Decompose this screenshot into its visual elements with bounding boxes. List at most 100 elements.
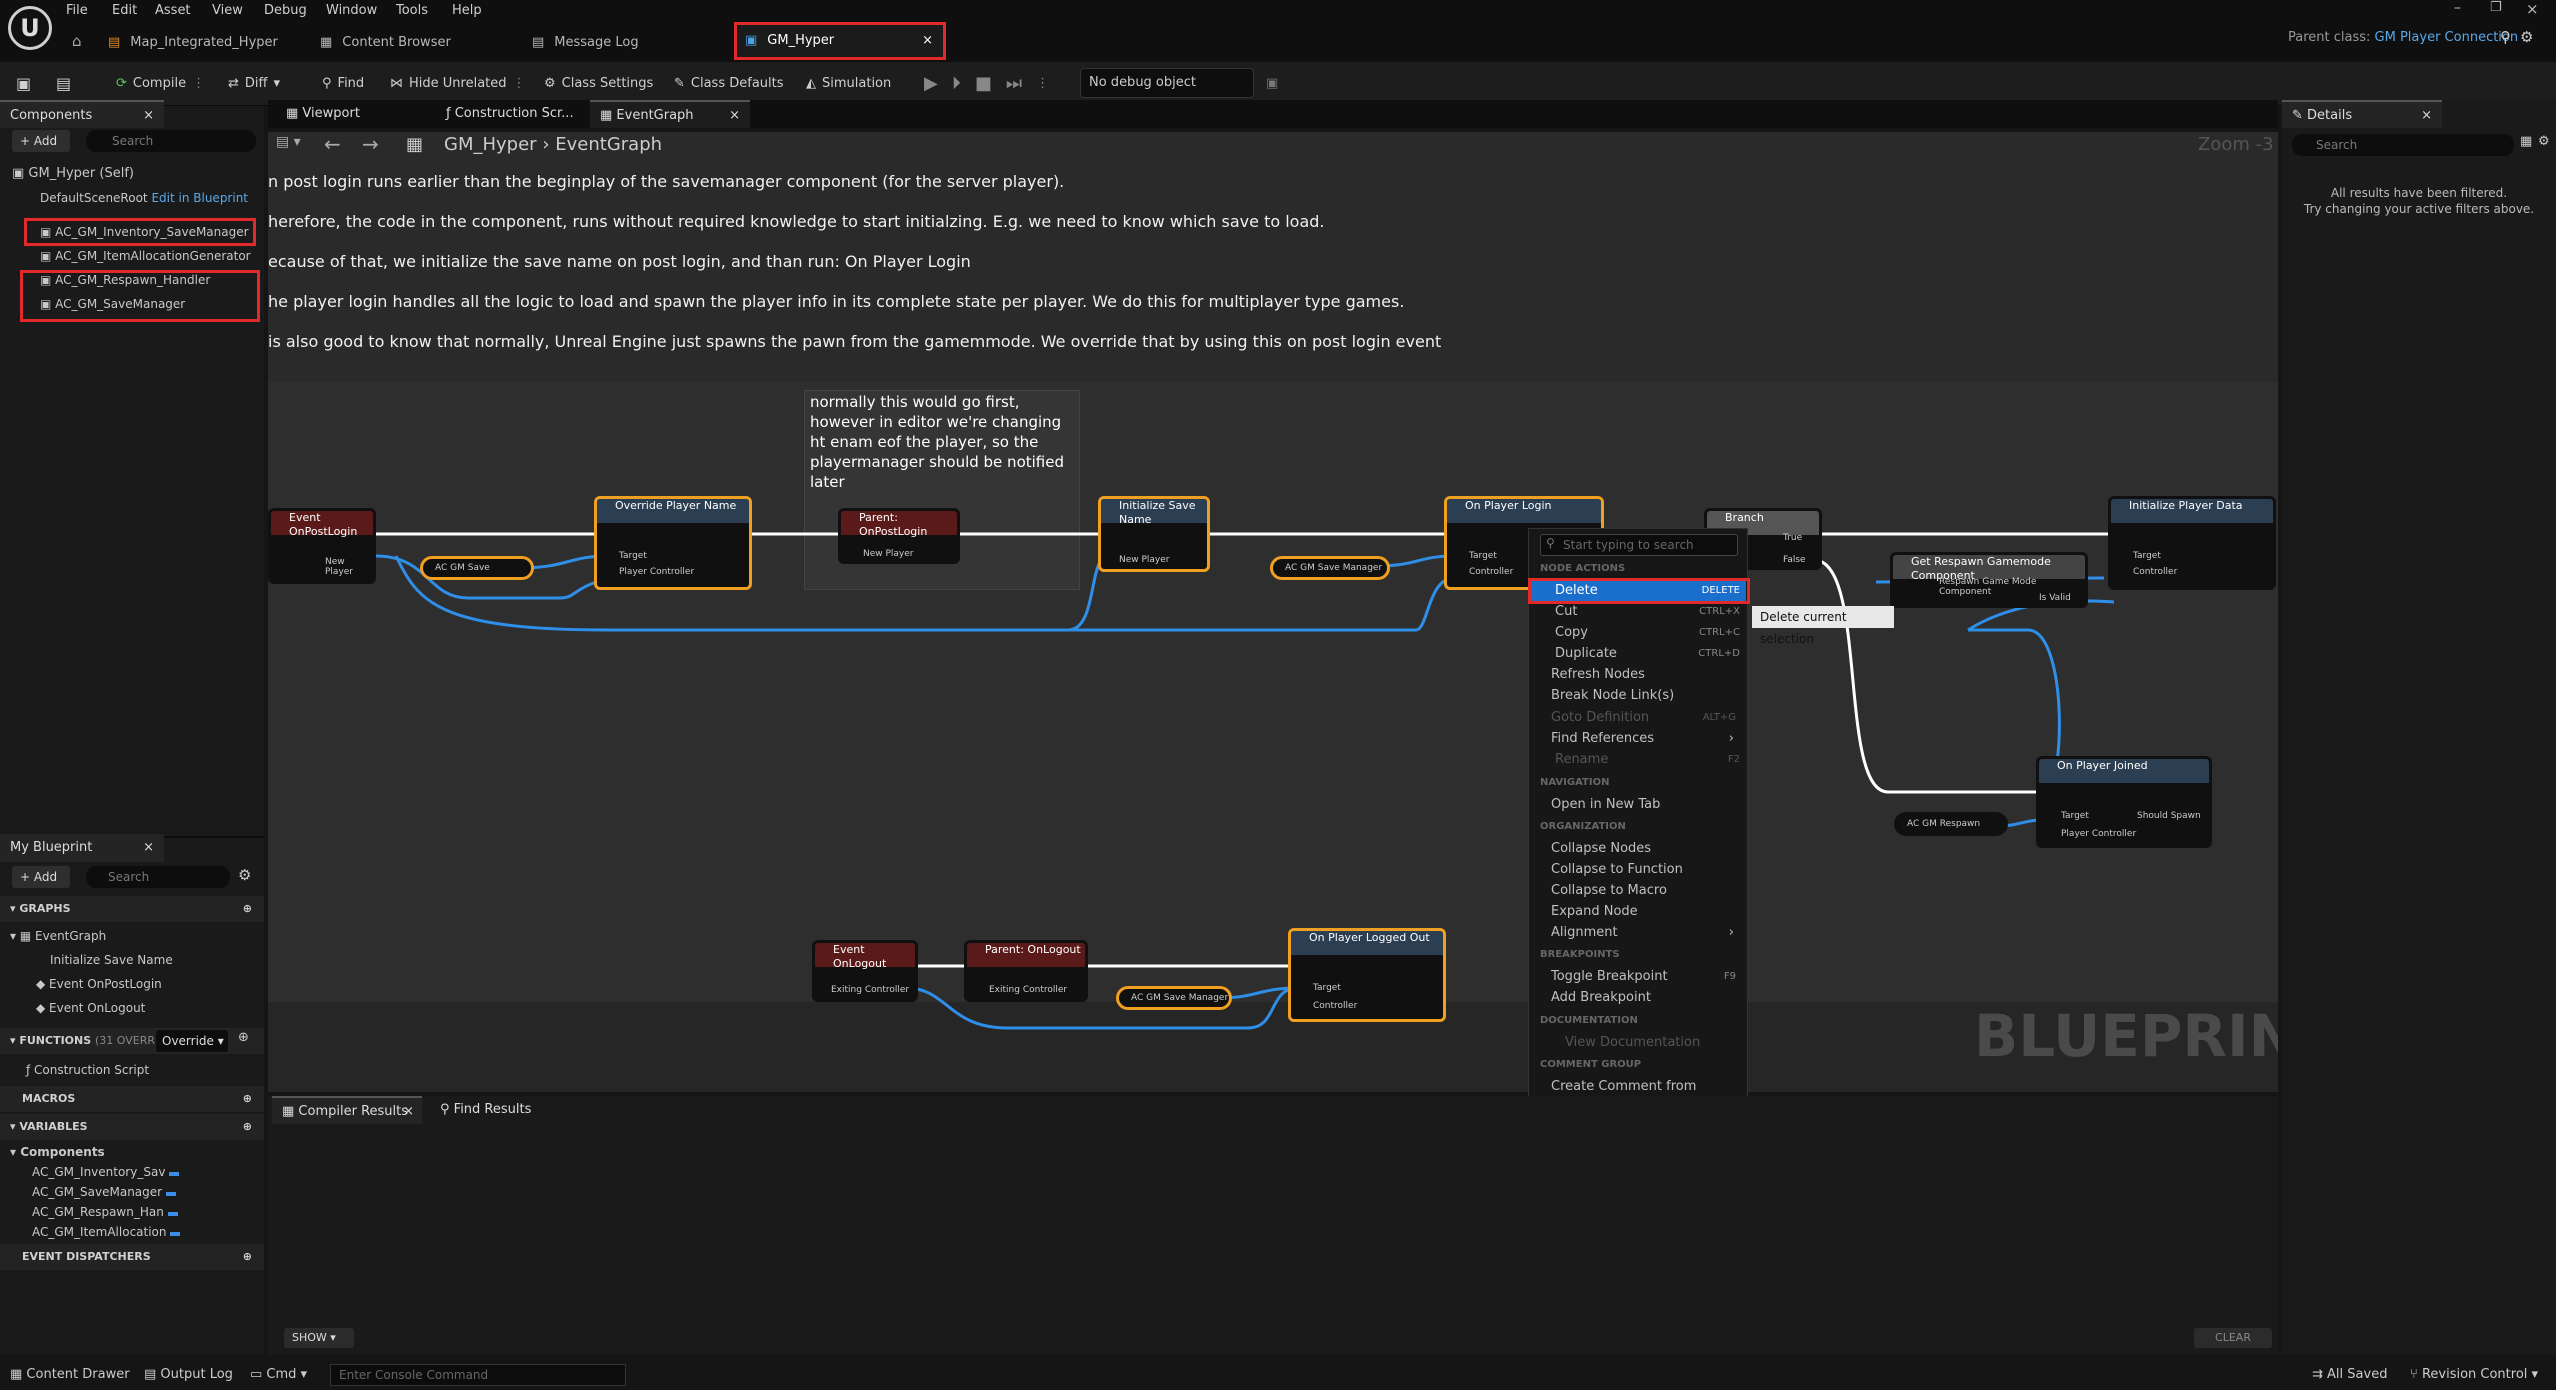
menu-find-references[interactable]: Find References ›	[1526, 728, 1742, 749]
tab-compiler-results[interactable]: ▦ Compiler Results ×	[272, 1096, 422, 1124]
revision-control-button[interactable]: ⑂ Revision Control ▾	[2410, 1367, 2538, 1382]
menu-window[interactable]: Window	[326, 0, 377, 22]
menu-asset[interactable]: Asset	[155, 0, 191, 22]
menu-view[interactable]: View	[212, 0, 243, 22]
close-window-icon[interactable]: ×	[2526, 0, 2539, 18]
minimize-icon[interactable]: –	[2454, 0, 2461, 16]
tab-find-results[interactable]: ⚲ Find Results	[430, 1096, 580, 1124]
menu-debug[interactable]: Debug	[264, 0, 307, 22]
tab-construction[interactable]: ƒ Construction Scr...	[436, 100, 586, 128]
section-graphs[interactable]: ▾ GRAPHS ⊕	[0, 896, 264, 922]
menu-duplicate[interactable]: Duplicate CTRL+D	[1530, 643, 1746, 664]
components-search-input[interactable]: Search	[86, 130, 256, 152]
section-event-dispatchers[interactable]: EVENT DISPATCHERS ⊕	[0, 1244, 264, 1270]
menu-collapse-nodes[interactable]: Collapse Nodes	[1526, 838, 1742, 859]
tab-viewport[interactable]: ▦ Viewport	[276, 100, 426, 128]
unreal-logo-icon[interactable]: U	[8, 6, 52, 50]
debug-object-select[interactable]: No debug object selected ▾	[1080, 68, 1254, 118]
save-manager-var-node[interactable]: AC GM Save Manager	[1116, 986, 1232, 1010]
event-graph-canvas[interactable]: ▤ ▾ ← → ▦ GM_Hyper › EventGraph Zoom -3 …	[268, 132, 2278, 1092]
save-manager-var-node[interactable]: AC GM Save Manager	[1270, 556, 1390, 580]
add-component-button[interactable]: + Add	[12, 130, 70, 152]
menu-copy[interactable]: Copy CTRL+C	[1530, 622, 1746, 643]
graph-item[interactable]: ◆ Event OnLogout	[36, 996, 145, 1020]
all-saved-indicator[interactable]: ⇉ All Saved	[2312, 1367, 2387, 1382]
on-player-joined-node[interactable]: On Player Joined Target Should Spawn Player…	[2036, 756, 2212, 848]
blueprint-search-input[interactable]: Search	[86, 866, 230, 888]
graph-item[interactable]: ◆ Event OnPostLogin	[36, 972, 162, 996]
tab-map[interactable]: ▤ Map_Integrated_Hyper	[108, 24, 278, 62]
parent-class-value[interactable]: GM Player Connection	[2375, 30, 2519, 45]
settings-icon[interactable]: ⚙	[2520, 28, 2533, 46]
add-dispatcher-icon[interactable]: ⊕	[243, 1244, 252, 1270]
variable-item[interactable]: AC_GM_ItemAllocation	[32, 1220, 181, 1244]
respawn-handler-var-node[interactable]: AC GM Respawn Handler	[1894, 812, 2008, 836]
menu-collapse-function[interactable]: Collapse to Function	[1526, 859, 1742, 880]
show-dropdown[interactable]: SHOW ▾	[284, 1328, 354, 1348]
menu-edit[interactable]: Edit	[112, 0, 137, 22]
menu-file[interactable]: File	[66, 0, 88, 22]
close-tab-icon[interactable]: ×	[922, 22, 933, 60]
menu-create-comment[interactable]: Create Comment from Selection	[1526, 1076, 1742, 1115]
initialize-save-name-node[interactable]: Initialize Save Name New Player	[1098, 496, 1210, 572]
parent-post-login-node[interactable]: Parent: OnPostLogin New Player	[838, 508, 960, 564]
home-icon[interactable]: ⌂	[72, 32, 82, 50]
add-variable-icon[interactable]: ⊕	[243, 1114, 252, 1140]
menu-collapse-macro[interactable]: Collapse to Macro	[1526, 880, 1742, 901]
event-on-logout-node[interactable]: Event OnLogout Exiting Controller	[812, 940, 918, 1002]
section-variables[interactable]: ▾ VARIABLES ⊕	[0, 1114, 264, 1140]
event-post-login-node[interactable]: Event OnPostLogin New Player	[268, 508, 376, 584]
get-respawn-component-node[interactable]: Get Respawn Gamemode Component Respawn Ga…	[1890, 552, 2088, 608]
menu-cut[interactable]: Cut CTRL+X	[1530, 601, 1746, 622]
content-drawer-button[interactable]: ▦ Content Drawer	[10, 1367, 130, 1382]
menu-add-breakpoint[interactable]: Add Breakpoint	[1526, 987, 1742, 1008]
graph-item[interactable]: Initialize Save Name	[50, 948, 173, 972]
tab-gm-hyper[interactable]: ▣ GM_Hyper ×	[734, 22, 946, 60]
override-player-name-node[interactable]: Override Player Name Target Player Control…	[594, 496, 752, 590]
context-search-input[interactable]: Start typing to search	[1540, 534, 1738, 556]
menu-alignment[interactable]: Alignment ›	[1526, 922, 1742, 943]
override-dropdown[interactable]: Override ▾	[156, 1030, 228, 1052]
section-macros[interactable]: MACROS ⊕	[0, 1086, 264, 1112]
function-item[interactable]: ƒ Construction Script	[26, 1058, 149, 1082]
menu-tools[interactable]: Tools	[396, 0, 428, 22]
tree-self[interactable]: ▣ GM_Hyper (Self)	[12, 162, 134, 186]
tab-message-log[interactable]: ▤ Message Log	[532, 24, 639, 62]
components-tab[interactable]: Components ×	[0, 100, 164, 128]
graph-eventgraph[interactable]: ▾ ▦ EventGraph	[10, 924, 106, 948]
edit-in-blueprint-link[interactable]: Edit in Blueprint	[151, 191, 248, 205]
menu-open-new-tab[interactable]: Open in New Tab	[1526, 794, 1742, 815]
clear-button[interactable]: CLEAR	[2194, 1328, 2272, 1348]
restore-icon[interactable]: ❐	[2490, 0, 2502, 15]
menu-expand-node[interactable]: Expand Node	[1526, 901, 1742, 922]
view-options-icon[interactable]: ▦	[2520, 134, 2532, 149]
details-search-input[interactable]: Search	[2292, 134, 2514, 156]
settings-gear-icon[interactable]: ⚙	[238, 866, 251, 884]
tree-root[interactable]: DefaultSceneRoot Edit in Blueprint	[40, 186, 248, 210]
add-macro-icon[interactable]: ⊕	[243, 1086, 252, 1112]
tree-component[interactable]: ▣ AC_GM_ItemAllocationGenerator	[40, 244, 251, 268]
cmd-dropdown[interactable]: ▭ Cmd ▾	[250, 1367, 307, 1382]
output-log-button[interactable]: ▤ Output Log	[144, 1367, 233, 1382]
console-input[interactable]: Enter Console Command	[330, 1364, 626, 1386]
details-tab[interactable]: ✎ Details ×	[2282, 100, 2442, 128]
on-player-logged-out-node[interactable]: On Player Logged Out Target Controller	[1288, 928, 1446, 1022]
add-member-button[interactable]: + Add	[12, 866, 70, 888]
add-function-icon[interactable]: ⊕	[238, 1030, 249, 1045]
menu-toggle-breakpoint[interactable]: Toggle Breakpoint F9	[1526, 966, 1742, 987]
my-blueprint-tab[interactable]: My Blueprint ×	[0, 834, 164, 862]
tree-component[interactable]: ▣ AC_GM_SaveManager	[40, 292, 185, 316]
initialize-player-data-node[interactable]: Initialize Player Data Target Controller	[2108, 496, 2276, 590]
save-manager-var-node[interactable]: AC GM Save Manager	[420, 556, 534, 580]
tree-component[interactable]: ▣ AC_GM_Respawn_Handler	[40, 268, 210, 292]
menu-help[interactable]: Help	[452, 0, 482, 22]
tree-component[interactable]: ▣ AC_GM_Inventory_SaveManager	[40, 220, 249, 244]
search-icon[interactable]: ⚲	[2500, 28, 2511, 46]
menu-refresh-nodes[interactable]: Refresh Nodes	[1526, 664, 1742, 685]
parent-on-logout-node[interactable]: Parent: OnLogout Exiting Controller	[964, 940, 1088, 1002]
menu-break-links[interactable]: Break Node Link(s)	[1526, 685, 1742, 706]
details-settings-icon[interactable]: ⚙	[2538, 134, 2550, 149]
tab-eventgraph[interactable]: ▦ EventGraph ×	[590, 100, 750, 128]
add-graph-icon[interactable]: ⊕	[243, 896, 252, 922]
tab-content-browser[interactable]: ▦ Content Browser	[320, 24, 451, 62]
